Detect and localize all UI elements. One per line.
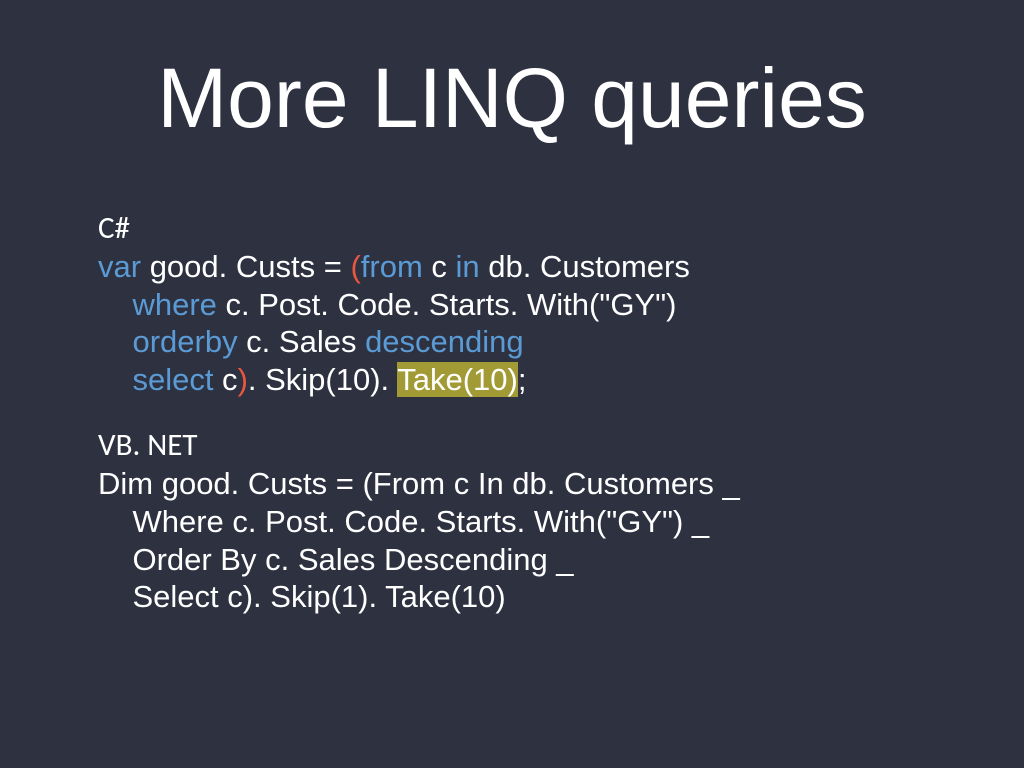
code-indent	[98, 362, 132, 397]
slide-title: More LINQ queries	[0, 50, 1024, 147]
slide-body: C# var good. Custs = (from c in db. Cust…	[98, 210, 964, 644]
code-line: Select c). Skip(1). Take(10)	[98, 579, 506, 614]
kw-in: in	[456, 249, 480, 284]
code-text: c. Sales	[238, 324, 366, 359]
csharp-label: C#	[98, 210, 964, 248]
code-indent	[98, 287, 132, 322]
code-text: db. Customers	[480, 249, 690, 284]
kw-var: var	[98, 249, 141, 284]
code-text: . Skip(10).	[248, 362, 397, 397]
code-line: Where c. Post. Code. Starts. With("GY") …	[98, 504, 709, 539]
paren-open: (	[350, 249, 360, 284]
csharp-code: var good. Custs = (from c in db. Custome…	[98, 248, 964, 399]
code-text: ;	[518, 362, 527, 397]
paren-close: )	[238, 362, 248, 397]
code-text: c	[423, 249, 456, 284]
code-line: Dim good. Custs = (From c In db. Custome…	[98, 466, 740, 501]
kw-descending: descending	[365, 324, 524, 359]
slide: More LINQ queries C# var good. Custs = (…	[0, 0, 1024, 768]
kw-orderby: orderby	[132, 324, 237, 359]
code-text: c	[213, 362, 237, 397]
kw-from: from	[361, 249, 423, 284]
code-text: c. Post. Code. Starts. With("GY")	[217, 287, 677, 322]
code-indent	[98, 324, 132, 359]
code-text: good. Custs =	[141, 249, 350, 284]
vbnet-code: Dim good. Custs = (From c In db. Custome…	[98, 465, 964, 616]
kw-where: where	[132, 287, 216, 322]
code-line: Order By c. Sales Descending _	[98, 542, 574, 577]
vbnet-label: VB. NET	[98, 427, 964, 465]
highlight-take: Take(10)	[397, 362, 518, 397]
kw-select: select	[132, 362, 213, 397]
